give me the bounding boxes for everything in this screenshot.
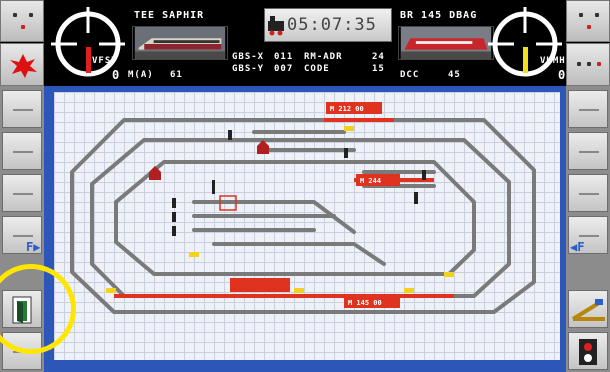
rm-adr-value: 24	[372, 52, 385, 62]
track-diagram[interactable]: M 212 00 M 244 M 145 00	[54, 92, 560, 360]
gbs-y-value: 007	[274, 64, 294, 74]
track-layout-panel: M 212 00 M 244 M 145 00	[44, 86, 566, 372]
left-gauge-label: VFST	[92, 56, 118, 66]
station-building-icon	[257, 140, 269, 154]
occupied-block[interactable]	[230, 278, 290, 292]
dice-menu-button-right[interactable]	[566, 0, 610, 42]
clock-panel: 05:07:35	[264, 8, 392, 42]
left-function-button-2[interactable]	[2, 132, 42, 170]
signal-tool-button[interactable]	[568, 332, 608, 370]
emergency-stop-icon	[10, 54, 37, 78]
right-gauge-label: VKMH	[540, 56, 566, 66]
left-train-name: TEE SAPHIR	[134, 10, 205, 21]
right-sidebar: ◀F	[566, 86, 610, 372]
track-grid[interactable]: M 212 00 M 244 M 145 00	[54, 92, 560, 360]
right-speed-value: 0	[558, 68, 567, 82]
right-function-button-1[interactable]	[568, 90, 608, 128]
dice-menu-button-right-2[interactable]	[566, 43, 610, 86]
right-function-button-2[interactable]	[568, 132, 608, 170]
right-speed-gauge[interactable]	[484, 3, 566, 85]
left-function-button-3[interactable]	[2, 174, 42, 212]
left-mode: M(A)	[128, 70, 154, 80]
left-function-button-1[interactable]	[2, 90, 42, 128]
bottom-route-label: M 145 00	[348, 299, 382, 307]
stop-all-button[interactable]	[0, 43, 44, 86]
left-function-arrow-icon[interactable]: F▶	[26, 240, 40, 254]
top-route-label: M 212 00	[330, 105, 364, 113]
right-function-button-3[interactable]	[568, 174, 608, 212]
dice-menu-button-left[interactable]	[0, 0, 44, 42]
right-address: 45	[448, 70, 461, 80]
middle-route-label: M 244	[360, 177, 381, 185]
gbs-y-label: GBS-Y	[232, 64, 265, 74]
code-label: CODE	[304, 64, 330, 74]
top-status-bar: VFST 0 M(A) 61 TEE SAPHIR 05:07:35 GBS-X…	[0, 0, 610, 86]
signal-icon	[579, 339, 597, 365]
rm-adr-label: RM-ADR	[304, 52, 343, 62]
left-speed-value: 0	[112, 68, 121, 82]
right-function-arrow-icon[interactable]: ◀F	[570, 240, 584, 254]
turnout-tool-button[interactable]	[568, 290, 608, 328]
right-train-image	[398, 26, 494, 60]
code-value: 15	[372, 64, 385, 74]
right-train-name: BR 145 DBAG	[400, 10, 478, 21]
left-train-image	[132, 26, 228, 60]
gbs-x-label: GBS-X	[232, 52, 265, 62]
left-address: 61	[170, 70, 183, 80]
locomotive-icon	[268, 16, 284, 36]
gbs-x-value: 011	[274, 52, 294, 62]
right-protocol: DCC	[400, 70, 420, 80]
clock-time: 05:07:35	[287, 15, 377, 35]
turnout-icon	[571, 299, 605, 321]
